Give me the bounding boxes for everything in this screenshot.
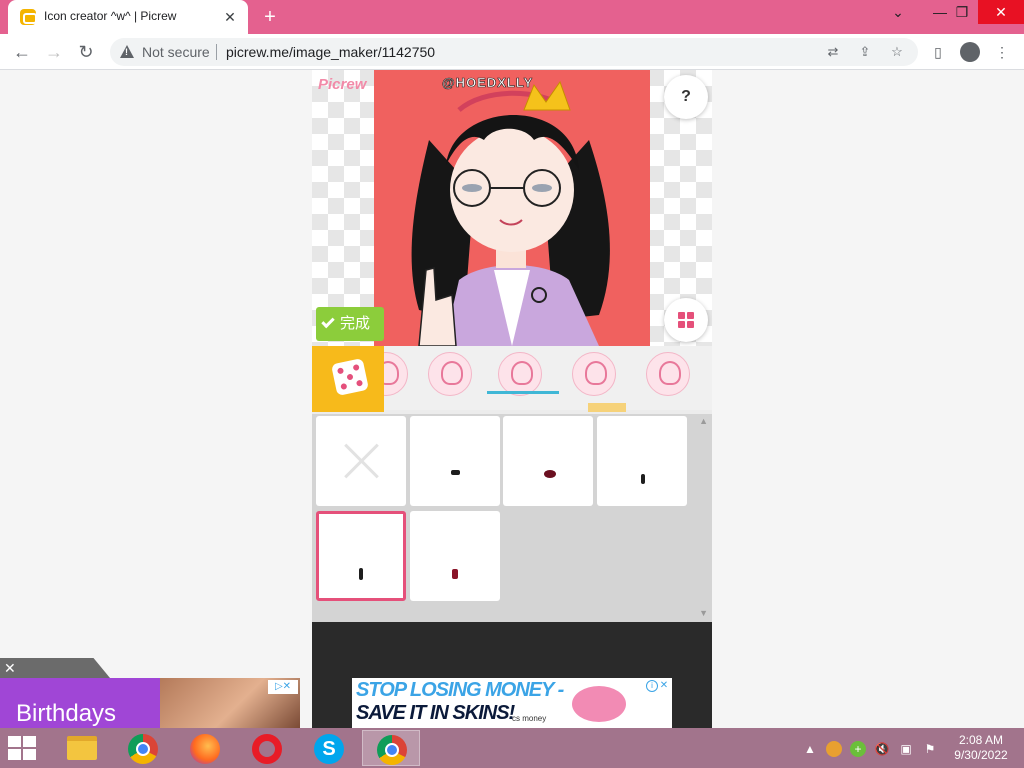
picrew-logo: Picrew [318, 76, 367, 93]
tab-title: Icon creator ^w^ | Picrew [44, 9, 177, 23]
item-swatch [641, 474, 645, 484]
tray-chevron-up-icon[interactable]: ▲ [802, 741, 818, 757]
item-swatch [544, 470, 556, 478]
new-tab-button[interactable]: + [258, 5, 282, 29]
folder-icon [67, 736, 97, 760]
browser-toolbar: ← → ↻ Not secure picrew.me/image_maker/1… [0, 34, 1024, 70]
skins-ad-banner[interactable]: STOP LOSING MONEY - SAVE IT IN SKINS! cs… [352, 678, 672, 728]
browser-tab-picrew[interactable]: Icon creator ^w^ | Picrew ✕ [8, 0, 248, 34]
side-ad-banner[interactable]: Birthdays ▷✕ [0, 678, 300, 728]
url-text[interactable]: picrew.me/image_maker/1142750 [226, 44, 435, 60]
ad-brand: cs money [512, 714, 547, 723]
clock-date: 9/30/2022 [954, 748, 1008, 762]
address-bar[interactable]: Not secure picrew.me/image_maker/1142750… [110, 38, 918, 66]
done-label: 完成 [340, 315, 371, 332]
part-tab-glasses[interactable] [428, 352, 472, 396]
item-swatch [451, 470, 460, 475]
not-secure-label[interactable]: Not secure [142, 44, 210, 60]
system-clock[interactable]: 2:08 AM 9/30/2022 [946, 733, 1016, 763]
restore-button[interactable]: ❐ [944, 0, 980, 24]
item-swatch [452, 569, 458, 579]
parts-category-bar [312, 346, 712, 412]
item-options-panel: ▲ ▼ [312, 414, 712, 622]
item-option[interactable] [410, 511, 500, 601]
item-option-selected[interactable] [316, 511, 406, 601]
bottom-ad-area: STOP LOSING MONEY - SAVE IT IN SKINS! cs… [312, 622, 712, 728]
part-tab-necklace[interactable] [498, 352, 542, 396]
chrome-icon [377, 735, 407, 765]
grid-icon [678, 312, 685, 319]
done-button[interactable]: 完成 [316, 307, 384, 341]
tray-app-icon[interactable] [826, 741, 842, 757]
help-button[interactable]: ? [664, 75, 708, 119]
grid-icon-cell [687, 321, 694, 328]
reload-icon[interactable]: ↻ [74, 40, 98, 64]
taskbar-chrome[interactable] [114, 730, 172, 766]
character-illustration [411, 80, 610, 346]
skype-icon: S [314, 734, 344, 764]
tab-search-chevron-icon[interactable]: ⌄ [880, 0, 916, 24]
character-preview-image: @HOEDXLLY [374, 70, 650, 346]
taskbar-chrome-active[interactable] [362, 730, 420, 766]
back-arrow-icon[interactable]: ← [10, 40, 34, 64]
item-option[interactable] [597, 416, 687, 506]
part-tab-hands[interactable] [572, 352, 616, 396]
ad-headline-1: STOP LOSING MONEY - [356, 679, 564, 701]
warning-triangle-icon[interactable] [120, 45, 134, 58]
action-center-flag-icon[interactable]: ⚑ [922, 741, 938, 757]
opera-icon [252, 734, 282, 764]
part-tab-pose[interactable] [646, 352, 690, 396]
chrome-icon [128, 734, 158, 764]
taskbar-file-explorer[interactable] [52, 730, 110, 766]
firefox-icon [190, 734, 220, 764]
grid-view-button[interactable] [664, 298, 708, 342]
profile-avatar-icon[interactable] [960, 42, 980, 62]
check-icon [321, 314, 335, 329]
menu-kebab-icon[interactable]: ⋮ [992, 42, 1012, 62]
dice-icon [331, 358, 369, 396]
side-panel-icon[interactable]: ▯ [928, 42, 948, 62]
scroll-up-icon[interactable]: ▲ [699, 416, 708, 426]
pig-mascot-icon [572, 686, 626, 722]
clock-time: 2:08 AM [958, 733, 1004, 747]
share-icon[interactable]: ⇪ [856, 43, 874, 61]
preview-area: @HOEDXLLY Picrew ? 完成 [312, 70, 712, 346]
item-option[interactable] [410, 416, 500, 506]
picrew-image-maker: @HOEDXLLY Picrew ? 完成 ▲ ▼ STOP LOSING MO… [312, 70, 712, 728]
adchoices-icon[interactable]: ▷✕ [268, 680, 298, 694]
volume-muted-icon[interactable]: 🔇 [874, 741, 890, 757]
active-part-indicator [487, 391, 559, 394]
ad-headline-2: SAVE IT IN SKINS! [356, 702, 515, 724]
scroll-down-icon[interactable]: ▼ [699, 608, 708, 618]
bookmark-star-icon[interactable]: ☆ [888, 43, 906, 61]
page-content: @HOEDXLLY Picrew ? 完成 ▲ ▼ STOP LOSING MO… [0, 70, 1024, 728]
item-swatch [359, 568, 363, 580]
ad-close-icon[interactable]: ✕ [658, 680, 670, 692]
taskbar-opera[interactable] [238, 730, 296, 766]
grid-icon-cell [687, 312, 694, 319]
translate-icon[interactable]: ⇄ [824, 43, 842, 61]
parts-scroll-indicator[interactable] [588, 403, 626, 412]
picrew-favicon-icon [20, 9, 37, 25]
network-icon[interactable]: ▣ [898, 741, 914, 757]
randomize-button[interactable] [312, 346, 384, 412]
watermark-username: @HOEDXLLY [442, 75, 534, 91]
taskbar-skype[interactable]: S [300, 730, 358, 766]
tab-close-icon[interactable]: ✕ [220, 7, 240, 27]
side-ad-close-icon[interactable]: ✕ [4, 660, 16, 677]
close-window-button[interactable]: ✕ [978, 0, 1024, 24]
forward-arrow-icon[interactable]: → [42, 40, 66, 64]
tray-plus-icon[interactable]: + [850, 741, 866, 757]
windows-taskbar: S ▲ + 🔇 ▣ ⚑ 2:08 AM 9/30/2022 [0, 728, 1024, 768]
taskbar-firefox[interactable] [176, 730, 234, 766]
side-ad-text: Birthdays [16, 700, 117, 727]
grid-icon-cell [678, 321, 685, 328]
omnibox-divider [216, 44, 217, 60]
windows-start-icon[interactable] [8, 736, 38, 760]
side-ad-close-strip[interactable]: ✕ [0, 658, 110, 678]
item-option[interactable] [503, 416, 593, 506]
item-none-option[interactable] [316, 416, 406, 506]
browser-titlebar: Icon creator ^w^ | Picrew ✕ + ⌄ — ❐ ✕ [0, 0, 1024, 34]
ad-info-icon[interactable]: i [646, 680, 658, 692]
